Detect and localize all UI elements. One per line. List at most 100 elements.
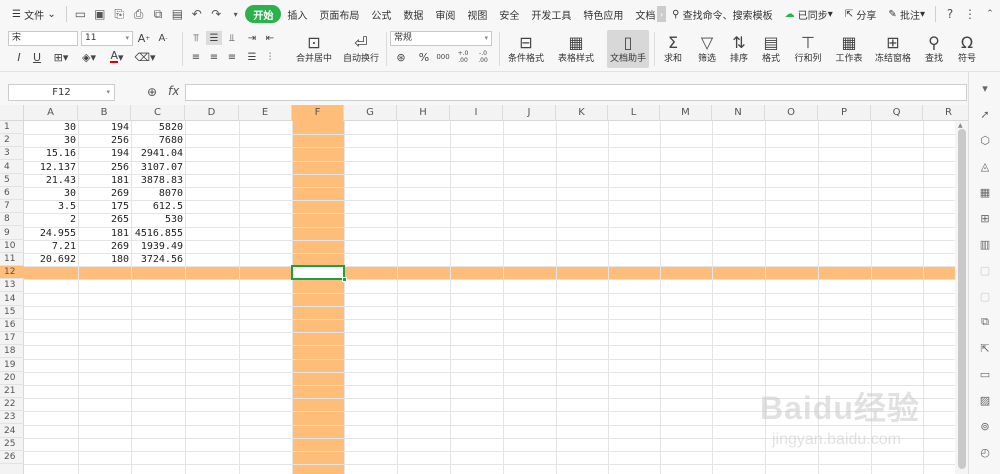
- row-header-2[interactable]: 2: [0, 134, 24, 148]
- cell-a6[interactable]: 30: [24, 187, 78, 200]
- name-box[interactable]: F12 ▾: [8, 84, 115, 101]
- export-icon[interactable]: ⇱: [977, 340, 993, 356]
- row-header-1[interactable]: 1: [0, 121, 24, 134]
- column-header-j[interactable]: J: [503, 105, 556, 121]
- column-header-q[interactable]: Q: [871, 105, 923, 121]
- tab-home[interactable]: 开始: [245, 5, 282, 23]
- sort-button[interactable]: ⇅ 排序: [722, 30, 756, 68]
- cell-b7[interactable]: 175: [78, 200, 131, 213]
- font-color-icon[interactable]: A ▾: [106, 50, 128, 64]
- worksheet-button[interactable]: ▦ 工作表: [829, 30, 869, 68]
- tab-document[interactable]: 文档: [629, 3, 657, 25]
- active-cell-f12[interactable]: [291, 265, 347, 283]
- print-icon[interactable]: ⎙: [129, 4, 148, 24]
- collapse-ribbon-icon[interactable]: ⌃: [980, 4, 1000, 24]
- cell-c1[interactable]: 5820: [131, 121, 185, 134]
- cell-a4[interactable]: 12.137: [24, 161, 78, 174]
- freeze-panes-button[interactable]: ⊞ 冻结窗格: [869, 30, 917, 68]
- tab-developer[interactable]: 开发工具: [525, 3, 577, 25]
- scrollbar-thumb[interactable]: [958, 129, 966, 469]
- row-header-6[interactable]: 6: [0, 187, 24, 200]
- cell-b6[interactable]: 269: [78, 187, 131, 200]
- style-icon[interactable]: ◬: [977, 158, 993, 174]
- expand-panel-icon[interactable]: ▾: [977, 80, 993, 96]
- tab-view[interactable]: 视图: [461, 3, 493, 25]
- row-header-25[interactable]: 25: [0, 438, 24, 451]
- cell-c2[interactable]: 7680: [131, 134, 185, 147]
- cell-b11[interactable]: 180: [78, 253, 131, 266]
- cell-c7[interactable]: 612.5: [131, 200, 185, 213]
- thousands-button[interactable]: 000: [435, 49, 451, 65]
- row-header-14[interactable]: 14: [0, 293, 24, 306]
- table-style-button[interactable]: ▦ 表格样式: [551, 30, 601, 68]
- print-preview-icon[interactable]: ⧉: [148, 4, 167, 24]
- cell-a2[interactable]: 30: [24, 134, 78, 147]
- cell-b4[interactable]: 256: [78, 161, 131, 174]
- column-header-f[interactable]: F: [292, 105, 344, 121]
- cell-a5[interactable]: 21.43: [24, 174, 78, 187]
- column-header-n[interactable]: N: [712, 105, 765, 121]
- undo-icon[interactable]: ↶: [187, 4, 206, 24]
- row-header-18[interactable]: 18: [0, 345, 24, 359]
- tab-data[interactable]: 数据: [397, 3, 429, 25]
- row-header-7[interactable]: 7: [0, 200, 24, 214]
- column-header-e[interactable]: E: [239, 105, 292, 121]
- doc-helper-button[interactable]: ▯ 文档助手: [607, 30, 649, 68]
- row-header-21[interactable]: 21: [0, 385, 24, 398]
- justify-icon[interactable]: ☰: [244, 50, 260, 64]
- row-header-3[interactable]: 3: [0, 147, 24, 161]
- row-header-20[interactable]: 20: [0, 372, 24, 385]
- align-left-icon[interactable]: ≡: [188, 50, 204, 64]
- decrease-font-icon[interactable]: A-: [156, 31, 170, 45]
- wrap-text-button[interactable]: ⏎ 自动换行: [339, 30, 383, 68]
- save-icon[interactable]: ▣: [90, 4, 109, 24]
- increase-font-icon[interactable]: A +: [137, 31, 151, 45]
- zoom-lookup-icon[interactable]: ⊕: [147, 85, 157, 99]
- indent-icon[interactable]: ⇥: [244, 31, 260, 45]
- vertical-scrollbar[interactable]: ▲: [955, 121, 968, 474]
- number-format-select[interactable]: 常规 ▾: [390, 31, 492, 46]
- cell-c5[interactable]: 3878.83: [131, 174, 185, 187]
- cell-b1[interactable]: 194: [78, 121, 131, 134]
- row-header-19[interactable]: 19: [0, 359, 24, 372]
- tab-insert[interactable]: 插入: [281, 3, 313, 25]
- tab-features[interactable]: 特色应用: [577, 3, 629, 25]
- find-button[interactable]: ⚲ 查找: [918, 30, 950, 68]
- column-header-m[interactable]: M: [660, 105, 712, 121]
- more-options-icon[interactable]: ⋮: [960, 4, 980, 24]
- format-button[interactable]: ▤ 格式: [754, 30, 788, 68]
- help-icon[interactable]: ?: [940, 4, 960, 24]
- column-header-h[interactable]: H: [397, 105, 450, 121]
- tab-formula[interactable]: 公式: [365, 3, 397, 25]
- align-center-icon[interactable]: ≡: [206, 50, 222, 64]
- cell-b2[interactable]: 256: [78, 134, 131, 147]
- row-header-10[interactable]: 10: [0, 240, 24, 253]
- outdent-icon[interactable]: ⇤: [262, 31, 278, 45]
- sync-button[interactable]: ☁ 已同步 ▾: [779, 3, 839, 25]
- cell-b5[interactable]: 181: [78, 174, 131, 187]
- select-all-corner[interactable]: [0, 105, 24, 121]
- shapes-icon[interactable]: ⬡: [977, 132, 993, 148]
- fx-icon[interactable]: fx: [168, 84, 179, 98]
- row-header-9[interactable]: 9: [0, 227, 24, 240]
- cell-a3[interactable]: 15.16: [24, 147, 78, 160]
- select-cursor-icon[interactable]: ➚: [977, 106, 993, 122]
- cell-c3[interactable]: 2941.04: [131, 147, 185, 160]
- row-header-12[interactable]: 12: [0, 266, 24, 280]
- row-header-15[interactable]: 15: [0, 306, 24, 319]
- row-header-17[interactable]: 17: [0, 332, 24, 346]
- row-header-8[interactable]: 8: [0, 213, 24, 227]
- formula-input[interactable]: [185, 84, 967, 101]
- cell-c6[interactable]: 8070: [131, 187, 185, 200]
- font-size-select[interactable]: 11 ▾: [81, 31, 133, 46]
- cell-format-icon[interactable]: ⊞: [977, 210, 993, 226]
- row-header-24[interactable]: 24: [0, 425, 24, 438]
- tab-security[interactable]: 安全: [493, 3, 525, 25]
- sum-button[interactable]: Σ 求和: [656, 30, 690, 68]
- column-header-b[interactable]: B: [78, 105, 131, 121]
- row-header-16[interactable]: 16: [0, 319, 24, 332]
- font-name-select[interactable]: 宋: [8, 31, 78, 46]
- cell-b8[interactable]: 265: [78, 213, 131, 226]
- cell-a9[interactable]: 24.955: [24, 227, 78, 240]
- row-header-23[interactable]: 23: [0, 411, 24, 425]
